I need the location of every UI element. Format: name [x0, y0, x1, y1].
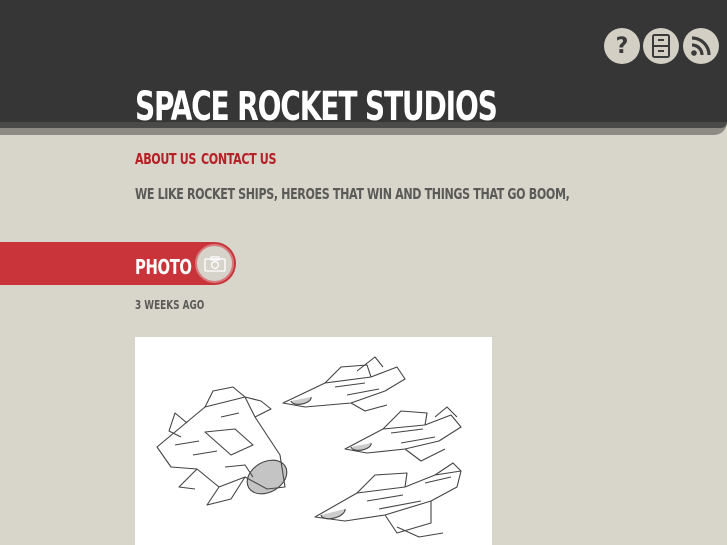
- post-type-badge[interactable]: [195, 244, 234, 283]
- page: ? SPACE ROCKET STUDIOS ABOUT US CONTACT …: [0, 0, 727, 545]
- help-button[interactable]: ?: [604, 28, 640, 64]
- post-timestamp[interactable]: 3 WEEKS AGO: [135, 298, 204, 312]
- post-type-label: PHOTO: [135, 255, 192, 279]
- camera-icon: [203, 255, 226, 272]
- tagline: WE LIKE ROCKET SHIPS, HEROES THAT WIN AN…: [135, 185, 570, 203]
- post-photo[interactable]: [135, 337, 492, 545]
- archive-icon: [652, 34, 670, 58]
- help-icon: ?: [615, 33, 629, 59]
- nav-about-us[interactable]: ABOUT US: [135, 150, 196, 168]
- rss-icon: [691, 36, 711, 56]
- nav-contact-us[interactable]: CONTACT US: [201, 150, 276, 168]
- archive-button[interactable]: [643, 28, 679, 64]
- site-title[interactable]: SPACE ROCKET STUDIOS: [135, 85, 498, 129]
- rss-button[interactable]: [683, 28, 719, 64]
- spaceship-sketches: [156, 356, 462, 538]
